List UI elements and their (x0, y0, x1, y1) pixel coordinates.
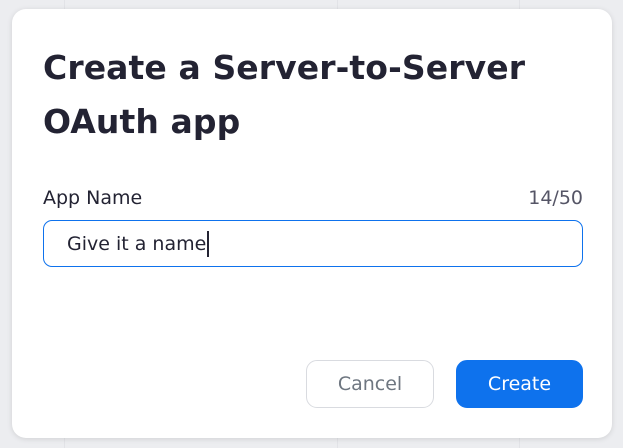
app-name-label: App Name (43, 187, 143, 209)
cancel-button[interactable]: Cancel (306, 360, 434, 408)
app-name-input[interactable]: Give it a name (43, 220, 583, 267)
create-app-dialog: Create a Server-to-Server OAuth app App … (12, 9, 612, 438)
character-counter: 14/50 (528, 187, 583, 209)
app-name-input-value: Give it a name (67, 232, 207, 255)
text-caret (207, 230, 210, 257)
create-button[interactable]: Create (456, 360, 583, 408)
dialog-title: Create a Server-to-Server OAuth app (43, 48, 526, 141)
